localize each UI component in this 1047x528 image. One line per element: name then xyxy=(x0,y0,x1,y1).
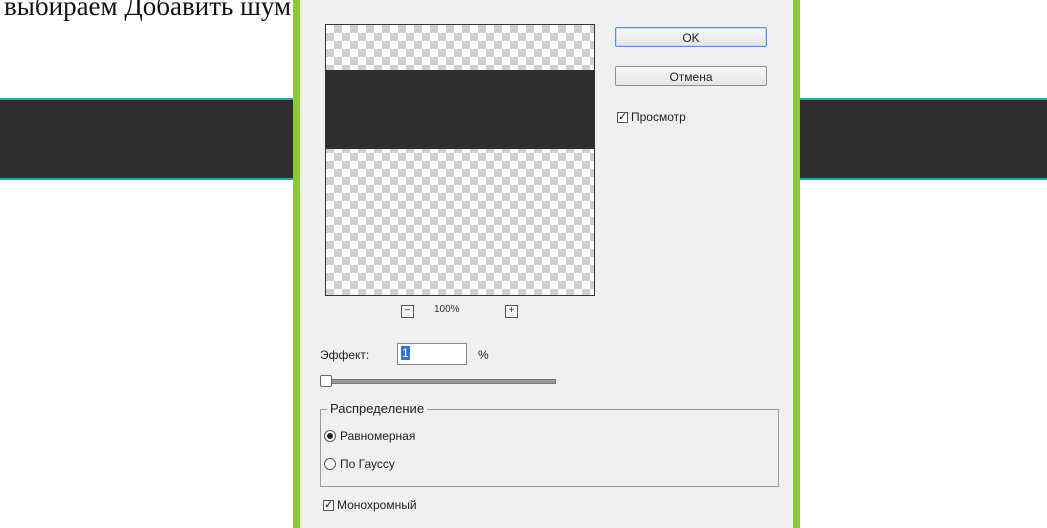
effect-amount-value: 1 xyxy=(401,346,410,360)
zoom-in-icon: + xyxy=(508,305,515,316)
preview-checkbox-row[interactable]: ✓ Просмотр xyxy=(617,110,686,124)
monochrome-label: Монохромный xyxy=(337,498,417,512)
effect-amount-input[interactable]: 1 xyxy=(397,343,467,365)
distribution-group xyxy=(320,409,779,487)
zoom-out-icon: − xyxy=(404,305,411,316)
radio-gaussian[interactable] xyxy=(324,458,336,470)
add-noise-dialog: − 100% + OK Отмена ✓ Просмотр Эффект: 1 … xyxy=(293,0,800,528)
preview-label: Просмотр xyxy=(631,110,686,124)
radio-uniform-row[interactable]: Равномерная xyxy=(324,429,415,443)
distribution-title: Распределение xyxy=(327,401,428,416)
preview-checkbox[interactable]: ✓ xyxy=(617,111,628,123)
monochrome-checkbox[interactable]: ✓ xyxy=(323,499,334,511)
effect-slider-track[interactable] xyxy=(324,379,556,384)
zoom-level: 100% xyxy=(434,304,460,315)
radio-gaussian-label: По Гауссу xyxy=(340,457,395,471)
radio-gaussian-row[interactable]: По Гауссу xyxy=(324,457,395,471)
ok-button[interactable]: OK xyxy=(615,27,767,47)
zoom-in-button[interactable]: + xyxy=(505,305,518,318)
cancel-button[interactable]: Отмена xyxy=(615,66,767,86)
preview-pane[interactable] xyxy=(325,24,595,296)
radio-uniform[interactable] xyxy=(324,430,336,442)
effect-slider-thumb[interactable] xyxy=(320,375,332,387)
monochrome-checkbox-row[interactable]: ✓ Монохромный xyxy=(323,498,417,512)
zoom-out-button[interactable]: − xyxy=(401,305,414,318)
preview-dark-band xyxy=(326,70,594,149)
radio-uniform-label: Равномерная xyxy=(340,429,416,443)
effect-label: Эффект: xyxy=(320,348,370,362)
effect-unit-label: % xyxy=(478,348,489,362)
